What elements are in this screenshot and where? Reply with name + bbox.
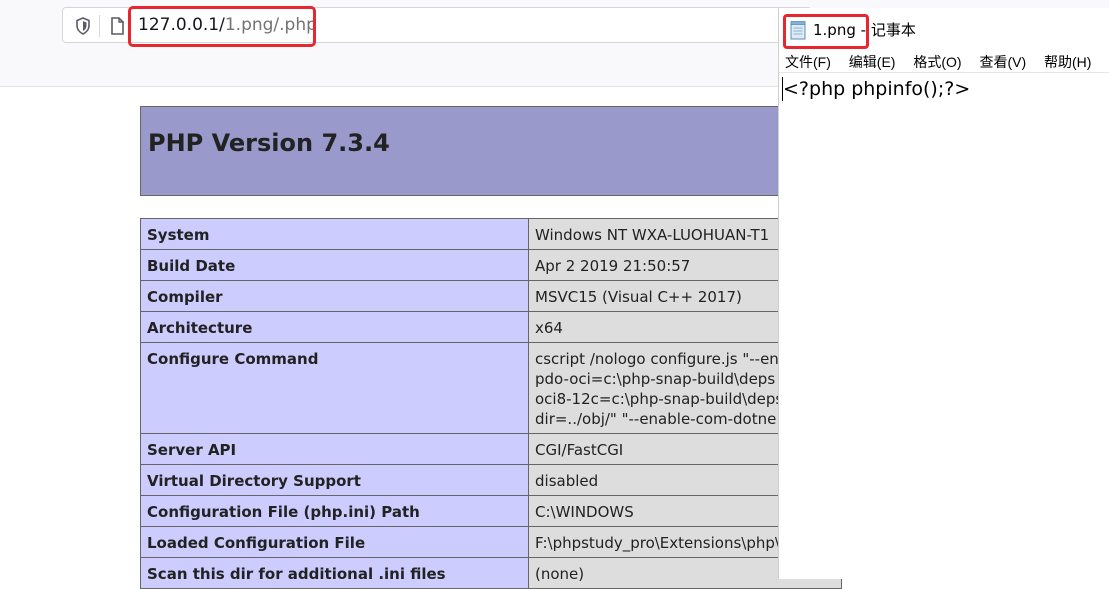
row-value-line: (none) [535, 565, 585, 583]
notepad-content[interactable]: <?php phpinfo();?> [783, 77, 970, 101]
row-key: Scan this dir for additional .ini files [140, 557, 529, 589]
table-row: Loaded Configuration File F:\phpstudy_pro… [140, 526, 842, 558]
table-row: Scan this dir for additional .ini files (… [140, 557, 842, 589]
row-value-line: CGI/FastCGI [535, 441, 624, 459]
table-row: Server API CGI/FastCGI [140, 433, 842, 465]
row-key: Build Date [140, 249, 529, 281]
row-value-line: Apr 2 2019 21:50:57 [535, 257, 691, 275]
menu-help[interactable]: 帮助(H) [1044, 52, 1091, 72]
menu-edit[interactable]: 编辑(E) [849, 52, 896, 72]
row-key: System [140, 218, 529, 250]
table-row: Configure Command cscript /nologo configu… [140, 342, 842, 434]
page-icon [107, 16, 127, 36]
row-key: Loaded Configuration File [140, 526, 529, 558]
row-key: Configuration File (php.ini) Path [140, 495, 529, 527]
row-key: Compiler [140, 280, 529, 312]
php-version-header: PHP Version 7.3.4 [140, 106, 840, 196]
notepad-menubar: 文件(F) 编辑(E) 格式(O) 查看(V) 帮助(H) [785, 52, 1105, 72]
notepad-app-name: 记事本 [870, 21, 916, 39]
phpinfo-table: System Windows NT WXA-LUOHUAN-T1 Build Dat… [140, 218, 842, 589]
row-key: Architecture [140, 311, 529, 343]
row-key: Virtual Directory Support [140, 464, 529, 496]
shield-icon[interactable] [73, 16, 93, 36]
notepad-window[interactable]: 1.png - 记事本 文件(F) 编辑(E) 格式(O) 查看(V) 帮助(H… [778, 8, 1109, 579]
menu-view[interactable]: 查看(V) [979, 52, 1026, 72]
table-row: Configuration File (php.ini) Path C:\WIND… [140, 495, 842, 527]
urlbar-divider [99, 15, 100, 37]
menu-file[interactable]: 文件(F) [785, 52, 831, 72]
row-value-line: F:\phpstudy_pro\Extensions\php\ [535, 534, 780, 552]
menu-format[interactable]: 格式(O) [913, 52, 961, 72]
url-annotation-box [128, 6, 316, 47]
row-value-line: x64 [535, 319, 563, 337]
notepad-title-annotation-box [783, 14, 869, 49]
notepad-text-area[interactable]: <?php phpinfo();?> [779, 72, 1109, 580]
row-value-line: MSVC15 (Visual C++ 2017) [535, 288, 742, 306]
table-row: Architecture x64 [140, 311, 842, 343]
table-row: System Windows NT WXA-LUOHUAN-T1 [140, 218, 842, 250]
row-key: Server API [140, 433, 529, 465]
row-value-line: Windows NT WXA-LUOHUAN-T1 [535, 226, 770, 244]
table-row: Virtual Directory Support disabled [140, 464, 842, 496]
row-value-line: disabled [535, 472, 599, 490]
row-key: Configure Command [140, 342, 529, 434]
php-version-title: PHP Version 7.3.4 [148, 129, 390, 157]
table-row: Build Date Apr 2 2019 21:50:57 [140, 249, 842, 281]
table-row: Compiler MSVC15 (Visual C++ 2017) [140, 280, 842, 312]
row-value-line: C:\WINDOWS [535, 503, 634, 521]
